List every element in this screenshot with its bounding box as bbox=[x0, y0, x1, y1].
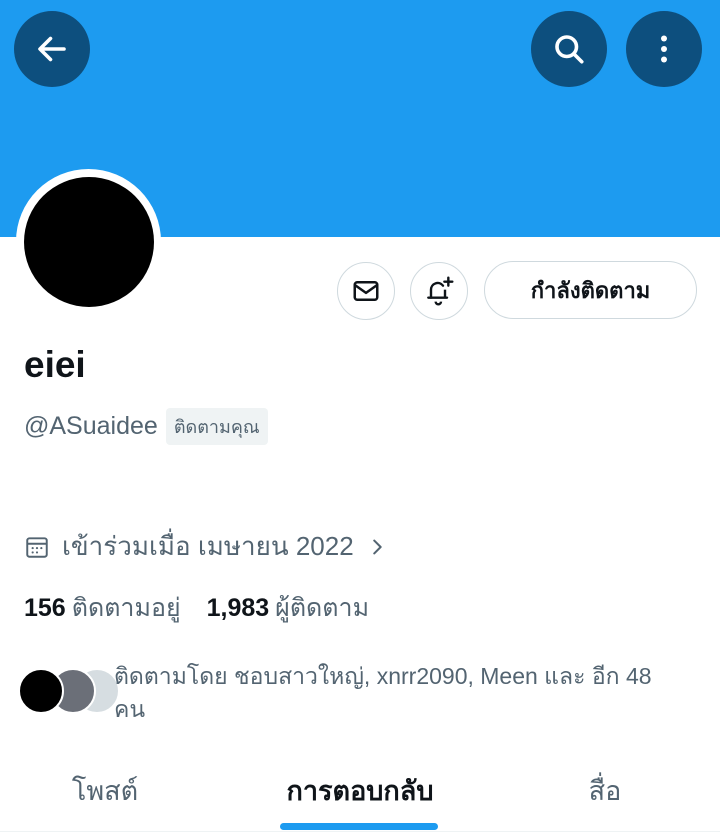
user-handle: @ASuaidee bbox=[24, 412, 158, 440]
bell-plus-icon bbox=[427, 276, 454, 306]
followers-count: 1,983 bbox=[206, 594, 270, 622]
avatar-image bbox=[23, 176, 154, 307]
tab-replies[interactable]: การตอบกลับ bbox=[240, 748, 480, 832]
joined-text: เข้าร่วมเมื่อ เมษายน 2022 bbox=[62, 531, 354, 561]
follow-stats: 156 ติดตามอยู่ 1,983 ผู้ติดตาม bbox=[24, 588, 369, 628]
display-name: eiei bbox=[24, 344, 86, 385]
tab-posts[interactable]: โพสต์ bbox=[0, 748, 210, 832]
back-button[interactable] bbox=[14, 11, 90, 87]
followed-by-text: ติดตามโดย ชอบสาวใหญ่, xnrr2090, Meen และ… bbox=[114, 663, 652, 722]
message-button[interactable] bbox=[337, 262, 395, 320]
followers-stat[interactable]: 1,983 ผู้ติดตาม bbox=[207, 588, 369, 628]
follows-you-badge: ติดตามคุณ bbox=[165, 408, 268, 445]
following-label: ติดตามอยู่ bbox=[71, 594, 181, 622]
search-icon bbox=[555, 35, 584, 64]
tab-media[interactable]: สื่อ bbox=[500, 748, 710, 832]
following-count: 156 bbox=[24, 594, 66, 622]
tabs-divider bbox=[0, 831, 720, 832]
active-tab-indicator bbox=[280, 823, 438, 830]
handle-row: @ASuaidee ติดตามคุณ bbox=[24, 408, 268, 445]
search-button[interactable] bbox=[531, 11, 607, 87]
joined-date[interactable]: เข้าร่วมเมื่อ เมษายน 2022 bbox=[24, 526, 388, 567]
following-button[interactable]: กำลังติดตาม bbox=[484, 261, 697, 319]
notify-button[interactable] bbox=[410, 262, 468, 320]
chevron-right-icon bbox=[372, 539, 382, 554]
profile-avatar[interactable] bbox=[16, 169, 161, 314]
mail-icon bbox=[353, 281, 379, 301]
more-button[interactable] bbox=[626, 11, 702, 87]
calendar-icon bbox=[26, 536, 48, 558]
arrow-left-icon bbox=[38, 36, 66, 62]
following-stat[interactable]: 156 ติดตามอยู่ bbox=[24, 588, 181, 628]
mutual-avatar-1 bbox=[18, 668, 64, 714]
followers-label: ผู้ติดตาม bbox=[275, 594, 370, 622]
more-vertical-icon bbox=[661, 35, 667, 63]
followed-by[interactable]: ติดตามโดย ชอบสาวใหญ่, xnrr2090, Meen และ… bbox=[18, 660, 698, 730]
